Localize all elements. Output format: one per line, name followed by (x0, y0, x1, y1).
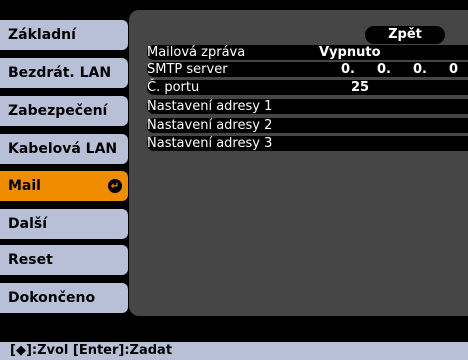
setting-value: 25 (351, 80, 370, 95)
menu-item-label: Bezdrát. LAN (8, 65, 112, 81)
menu-item-label: Další (8, 216, 47, 232)
menu-item-label: Zabezpečení (8, 103, 108, 119)
settings-panel: Zpět Mailová zpráva Vypnuto SMTP server … (129, 10, 468, 316)
setting-label: Mailová zpráva (147, 45, 246, 60)
ip-octet-1: 0. (341, 62, 355, 77)
ip-octet-3: 0. (413, 62, 427, 77)
menu-item-zakladni[interactable]: Základní (0, 20, 128, 50)
menu-item-dokonceno[interactable]: Dokončeno (0, 283, 128, 313)
menu-item-mail[interactable]: Mail ↵ (0, 171, 128, 201)
setting-label: SMTP server (147, 62, 228, 77)
menu-item-dalsi[interactable]: Další (0, 209, 128, 239)
menu-item-bezdrat-lan[interactable]: Bezdrát. LAN (0, 58, 128, 88)
footer-hint: [◆]:Zvol [Enter]:Zadat (0, 342, 468, 360)
menu-item-label: Kabelová LAN (8, 141, 118, 157)
setting-label: Nastavení adresy 2 (147, 118, 273, 133)
menu-item-label: Dokončeno (8, 290, 96, 306)
setting-label: Č. portu (147, 80, 200, 95)
menu-item-kabelova-lan[interactable]: Kabelová LAN (0, 134, 128, 164)
enter-icon: ↵ (108, 179, 122, 193)
menu-item-label: Základní (8, 27, 76, 43)
ip-octet-4: 0 (449, 62, 459, 77)
setting-label: Nastavení adresy 1 (147, 99, 273, 114)
menu-item-label: Mail (8, 178, 41, 194)
back-button[interactable]: Zpět (365, 26, 445, 44)
ip-octet-2: 0. (377, 62, 391, 77)
setting-label: Nastavení adresy 3 (147, 136, 273, 151)
menu-item-label: Reset (8, 252, 53, 268)
setting-value: Vypnuto (319, 45, 381, 60)
menu-item-zabezpeceni[interactable]: Zabezpečení (0, 96, 128, 126)
menu-item-reset[interactable]: Reset (0, 245, 128, 275)
